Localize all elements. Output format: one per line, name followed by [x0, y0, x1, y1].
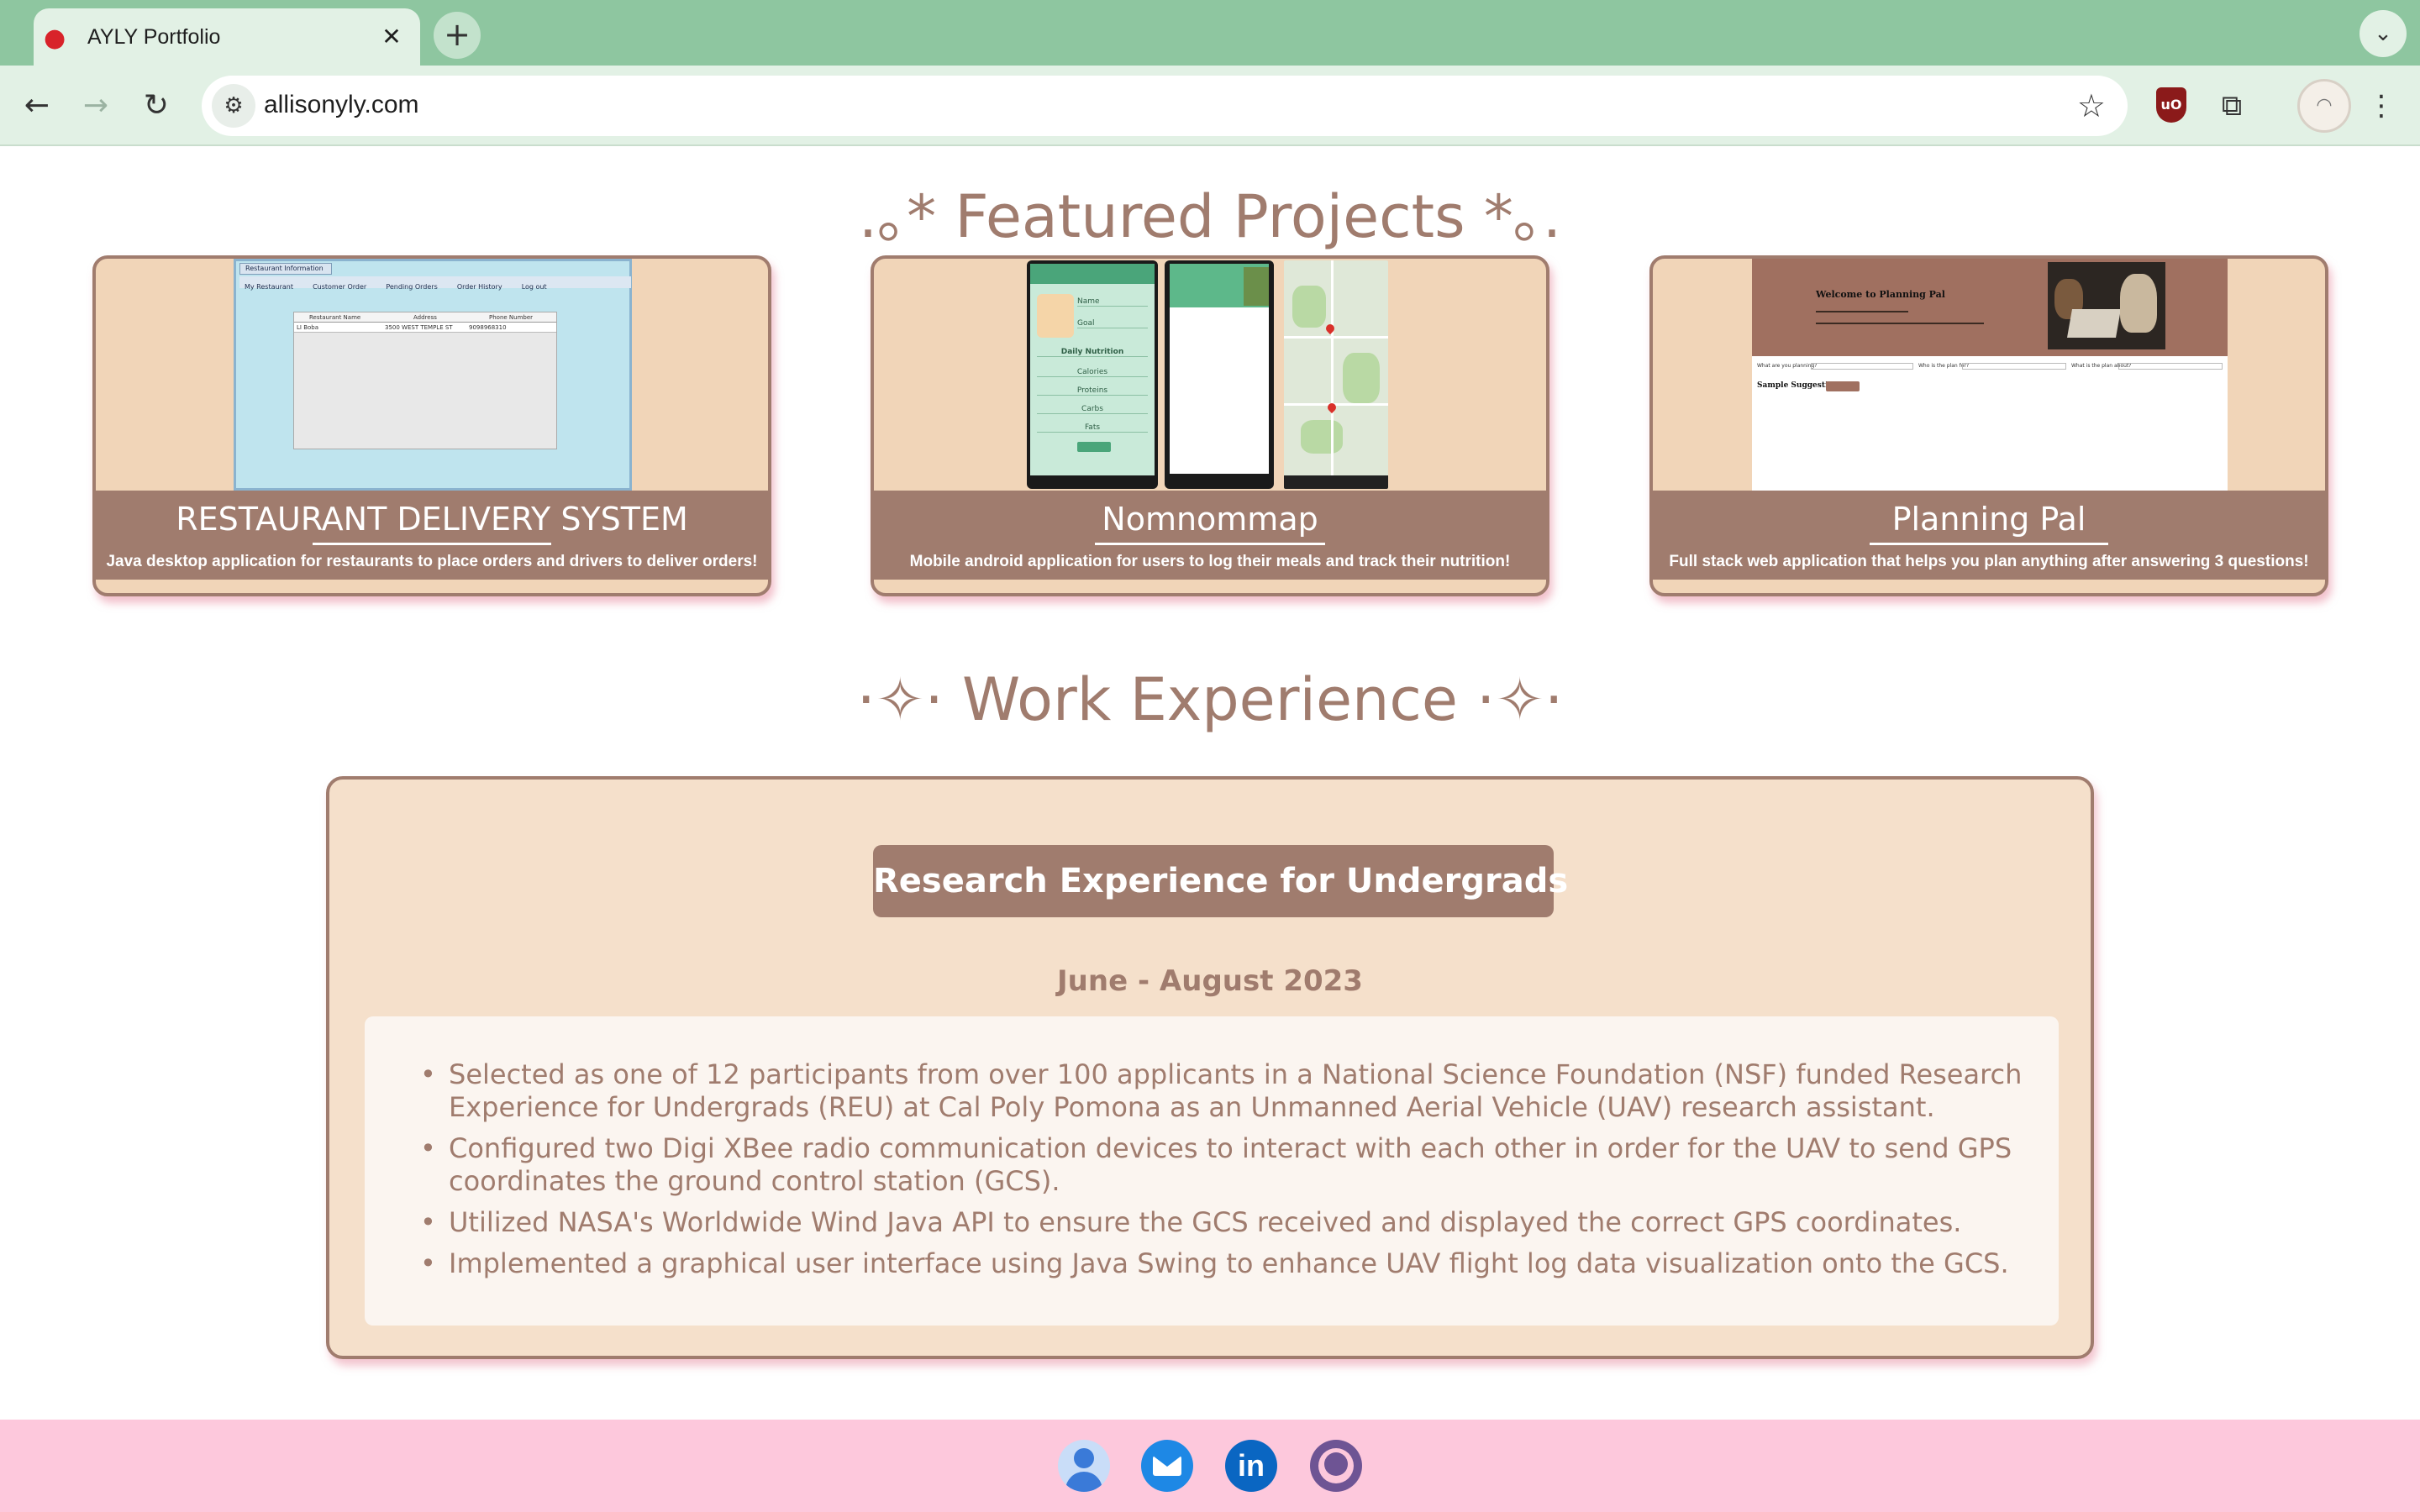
list-item: Utilized NASA's Worldwide Wind Java API … [420, 1206, 2033, 1239]
phone-screenshot-map [1284, 260, 1388, 489]
title-underline [313, 543, 551, 545]
forward-arrow-icon[interactable]: → [74, 84, 118, 128]
browser-toolbar: ← → ↻ ⚙ allisonyly.com ☆ uO ⧉ ◠ ⋮ [0, 66, 2420, 146]
screenshot-tab: Customer Order [313, 283, 367, 291]
new-tab-button[interactable]: + [434, 12, 481, 59]
window-title: Restaurant Information [239, 263, 332, 275]
address-bar[interactable]: ⚙ allisonyly.com ☆ [202, 76, 2128, 136]
field-label: Name [1077, 297, 1148, 307]
app-bar [1030, 264, 1155, 284]
section-label: Daily Nutrition [1037, 348, 1148, 357]
hero-text-line [1816, 311, 1908, 312]
table-cell: 3500 WEST TEMPLE ST [385, 324, 453, 331]
featured-projects-heading: .｡* Featured Projects *｡. [858, 182, 1562, 251]
project-description: Mobile android application for users to … [909, 553, 1511, 570]
bookmark-star-icon[interactable]: ☆ [2077, 87, 2106, 124]
form-input [2118, 363, 2223, 370]
project-description: Java desktop application for restaurants… [106, 553, 758, 570]
table-cell: LI Boba [297, 324, 319, 331]
title-underline [1095, 543, 1325, 545]
screenshot-button [1826, 381, 1860, 391]
android-nav-bar [1284, 475, 1388, 489]
strawberry-icon: ● [44, 24, 66, 53]
form-input [1962, 363, 2066, 370]
tab-strip: ● AYLY Portfolio ✕ + ⌄ [0, 0, 2420, 66]
site-info-icon[interactable]: ⚙ [212, 84, 255, 128]
job-title: Research Experience for Undergrads [873, 845, 1568, 917]
food-photo [1244, 267, 1269, 306]
screenshot-button [1077, 442, 1111, 452]
table-cell: 9098968310 [469, 324, 507, 331]
project-caption: Planning Pal Full stack web application … [1653, 491, 2325, 580]
footer: in [0, 1420, 2420, 1512]
column-header: Restaurant Name [309, 314, 361, 321]
project-title: Nomnommap [1102, 501, 1318, 538]
title-underline [1870, 543, 2108, 545]
map-pin-icon [1323, 322, 1337, 335]
project-caption: RESTAURANT DELIVERY SYSTEM Java desktop … [96, 491, 768, 580]
planning-pal-screenshot: Welcome to Planning Pal What are you pla… [1752, 259, 2228, 491]
email-icon[interactable] [1141, 1440, 1193, 1492]
teddy-bear-photo [2048, 262, 2165, 349]
project-description: Full stack web application that helps yo… [1669, 553, 2309, 570]
hero-title: Welcome to Planning Pal [1816, 289, 1945, 300]
url-text[interactable]: allisonyly.com [264, 91, 419, 119]
browser-menu-icon[interactable]: ⋮ [2363, 84, 2400, 128]
project-title: Planning Pal [1891, 501, 2086, 538]
nutrient-label: Fats [1037, 423, 1148, 433]
column-header: Address [413, 314, 437, 321]
field-label: Goal [1077, 319, 1148, 328]
phone-screenshot-profile: Name Goal Daily Nutrition Calories Prote… [1027, 260, 1158, 489]
list-item: Configured two Digi XBee radio communica… [420, 1132, 2033, 1198]
job-bullet-list: Selected as one of 12 participants from … [420, 1058, 2033, 1289]
github-icon[interactable] [1310, 1440, 1362, 1492]
tab-title: AYLY Portfolio [87, 25, 221, 49]
work-experience-card: Research Experience for Undergrads June … [326, 776, 2094, 1359]
list-item: Selected as one of 12 participants from … [420, 1058, 2033, 1124]
ublock-extension-icon[interactable]: uO [2156, 87, 2186, 123]
nomnommap-screenshots: Name Goal Daily Nutrition Calories Prote… [874, 259, 1546, 491]
project-caption: Nomnommap Mobile android application for… [874, 491, 1546, 580]
form-input [1811, 363, 1913, 370]
screenshot-tab: My Restaurant [245, 283, 293, 291]
person-icon[interactable] [1058, 1440, 1110, 1492]
job-dates: June - August 2023 [1057, 964, 1363, 998]
project-title: RESTAURANT DELIVERY SYSTEM [176, 501, 688, 538]
screenshot-tab: Log out [521, 283, 547, 291]
profile-avatar[interactable]: ◠ [2297, 79, 2351, 133]
phone-screenshot-log [1165, 260, 1274, 489]
hero-banner: Welcome to Planning Pal [1752, 259, 2228, 356]
screenshot-table: Restaurant Name Address Phone Number LI … [293, 312, 557, 449]
screenshot-tab: Order History [456, 283, 502, 291]
screenshot-tab: Pending Orders [386, 283, 438, 291]
job-details-panel: Selected as one of 12 participants from … [365, 1016, 2059, 1326]
nutrient-label: Calories [1037, 368, 1148, 377]
work-experience-heading: ·✧· Work Experience ·✧· [856, 665, 1564, 734]
nutrient-label: Carbs [1037, 405, 1148, 414]
list-item: Implemented a graphical user interface u… [420, 1247, 2033, 1280]
tab-search-chevron-icon[interactable]: ⌄ [2360, 10, 2407, 57]
browser-tab[interactable]: ● AYLY Portfolio ✕ [34, 8, 420, 66]
linkedin-icon[interactable]: in [1225, 1440, 1277, 1492]
nutrient-label: Proteins [1037, 386, 1148, 396]
hero-text-line [1816, 323, 1984, 324]
screenshot-tabs: My Restaurant Customer Order Pending Ord… [239, 276, 631, 291]
project-card-nomnommap[interactable]: Name Goal Daily Nutrition Calories Prote… [871, 255, 1549, 596]
project-card-planning-pal[interactable]: Welcome to Planning Pal What are you pla… [1649, 255, 2328, 596]
form-label: What are you planning? [1757, 363, 1818, 369]
back-arrow-icon[interactable]: ← [15, 84, 59, 128]
column-header: Phone Number [489, 314, 534, 321]
close-tab-icon[interactable]: ✕ [376, 22, 407, 52]
project-card-restaurant[interactable]: Restaurant Information My Restaurant Cus… [92, 255, 771, 596]
avatar-illustration [1037, 294, 1074, 338]
restaurant-app-screenshot: Restaurant Information My Restaurant Cus… [234, 259, 632, 491]
table-row: LI Boba 3500 WEST TEMPLE ST 9098968310 [294, 323, 556, 333]
reload-icon[interactable]: ↻ [134, 84, 178, 128]
screenshot-table-header: Restaurant Name Address Phone Number [294, 312, 556, 323]
extensions-puzzle-icon[interactable]: ⧉ [2210, 84, 2254, 128]
